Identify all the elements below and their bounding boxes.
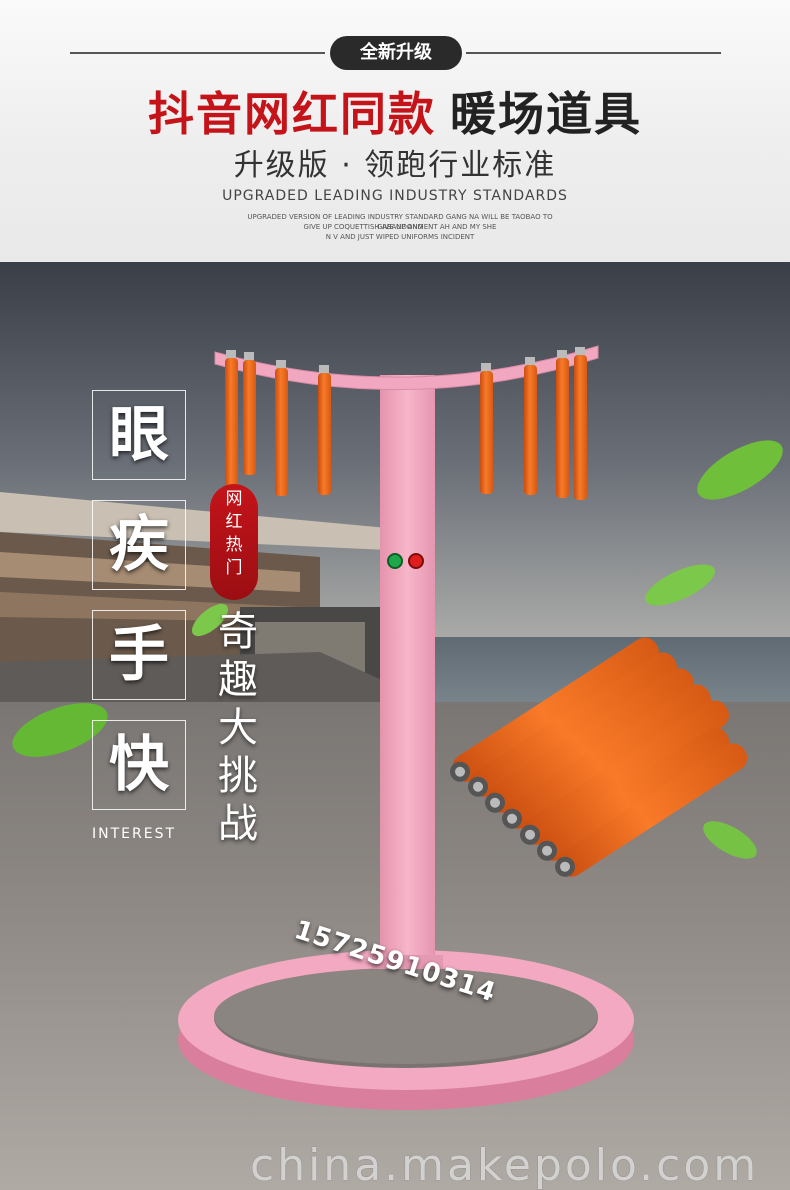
stick (480, 363, 493, 494)
stick (574, 347, 587, 500)
tag-char: 门 (225, 558, 243, 578)
product-illustration (12, 345, 783, 1110)
slogan-char: 奇 (218, 609, 258, 655)
vertical-slogan: 奇 趣 大 挑 战 (212, 608, 264, 848)
red-light-icon (408, 553, 424, 569)
stick (556, 350, 569, 498)
slogan-char: 挑 (218, 753, 258, 799)
interest-label: INTEREST (92, 826, 177, 842)
curved-bar (214, 345, 599, 391)
stick (225, 350, 238, 488)
tag-char: 热 (225, 535, 243, 555)
stick-bundle (450, 637, 748, 877)
tag-char: 红 (225, 512, 243, 532)
stick (243, 352, 256, 475)
product-banner: 全新升级 抖音网红同款 暖场道具 升级版 · 领跑行业标准 UPGRADED LE… (0, 0, 790, 1190)
slogan-char: 战 (218, 801, 258, 847)
stand-pole (380, 375, 435, 960)
tag-char: 网 (225, 489, 243, 509)
slogan-char: 大 (218, 705, 258, 751)
slogan-char-3: 手 (92, 610, 186, 700)
slogan-char-1: 眼 (92, 390, 186, 480)
stick (318, 365, 331, 495)
stick (275, 360, 288, 496)
slogan-char-4: 快 (92, 720, 186, 810)
stick (524, 357, 537, 495)
slogan-char-2: 疾 (92, 500, 186, 590)
green-light-icon (387, 553, 403, 569)
hot-tag: 网 红 热 门 (210, 484, 258, 600)
watermark: china.makepolo.com (250, 1140, 760, 1190)
slogan-char: 趣 (218, 657, 258, 703)
